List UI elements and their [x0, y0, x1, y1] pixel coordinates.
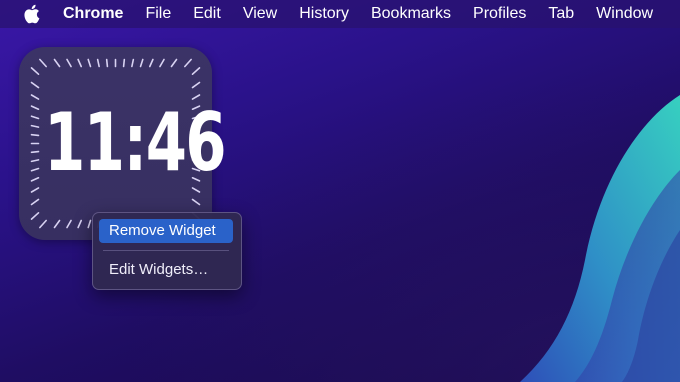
menu-profiles[interactable]: Profiles — [473, 0, 526, 28]
clock-tick — [30, 198, 40, 206]
menu-window[interactable]: Window — [596, 0, 653, 28]
clock-tick — [30, 124, 40, 128]
menu-history[interactable]: History — [299, 0, 349, 28]
clock-tick — [66, 58, 72, 68]
menu-bookmarks[interactable]: Bookmarks — [371, 0, 451, 28]
clock-tick — [96, 58, 100, 68]
clock-tick — [139, 58, 144, 68]
clock-tick — [105, 58, 109, 68]
menu-edit[interactable]: Edit — [193, 0, 221, 28]
clock-tick — [30, 81, 40, 89]
clock-tick — [191, 81, 201, 89]
clock-tick — [30, 150, 40, 154]
clock-tick — [30, 133, 40, 137]
menu-separator — [103, 250, 229, 251]
clock-tick — [30, 212, 40, 220]
clock-tick — [39, 58, 47, 68]
menu-bar: Chrome File Edit View History Bookmarks … — [0, 0, 680, 28]
clock-tick — [30, 167, 40, 172]
clock-tick — [191, 67, 201, 75]
clock-tick — [170, 58, 178, 68]
clock-tick — [77, 219, 83, 229]
menu-app-chrome[interactable]: Chrome — [63, 0, 123, 28]
remove-widget-menu-item[interactable]: Remove Widget — [99, 219, 233, 243]
clock-tick — [30, 176, 40, 182]
clock-tick — [184, 58, 192, 68]
clock-time: 11:46 — [44, 96, 227, 189]
menu-tab[interactable]: Tab — [548, 0, 574, 28]
clock-tick — [87, 219, 92, 229]
clock-tick — [53, 58, 61, 68]
apple-logo-icon[interactable] — [23, 4, 41, 24]
clock-tick — [66, 219, 72, 229]
edit-widgets-menu-item[interactable]: Edit Widgets… — [99, 258, 233, 282]
clock-tick — [122, 58, 126, 68]
clock-tick — [131, 58, 135, 68]
clock-tick — [30, 94, 40, 100]
clock-tick — [87, 58, 92, 68]
clock-tick — [39, 219, 47, 229]
clock-tick — [30, 105, 40, 111]
menu-view[interactable]: View — [243, 0, 277, 28]
clock-tick — [53, 219, 61, 229]
clock-tick — [159, 58, 165, 68]
clock-tick — [30, 67, 40, 75]
clock-tick — [77, 58, 83, 68]
widget-context-menu: Remove Widget Edit Widgets… — [92, 212, 242, 290]
clock-tick — [148, 58, 154, 68]
clock-tick — [30, 115, 40, 120]
clock-tick — [30, 159, 40, 163]
clock-tick — [191, 198, 201, 206]
clock-tick — [30, 187, 40, 193]
menu-file[interactable]: File — [145, 0, 171, 28]
